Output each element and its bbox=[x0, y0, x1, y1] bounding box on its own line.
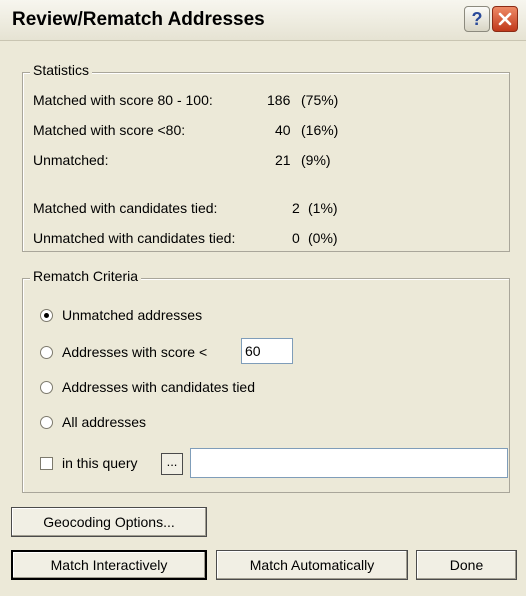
radio-candidates-tied[interactable] bbox=[40, 381, 53, 394]
statistics-legend: Statistics bbox=[30, 62, 93, 78]
radio-candidates-tied-label[interactable]: Addresses with candidates tied bbox=[62, 379, 255, 395]
window-title: Review/Rematch Addresses bbox=[12, 9, 265, 30]
stat-count-unmatched-tied: 0 bbox=[292, 230, 300, 246]
stat-label-matched-tied: Matched with candidates tied: bbox=[33, 200, 218, 216]
stat-label-unmatched-tied: Unmatched with candidates tied: bbox=[33, 230, 236, 246]
stat-label-high: Matched with score 80 - 100: bbox=[33, 92, 213, 108]
rematch-criteria-legend: Rematch Criteria bbox=[30, 268, 142, 284]
radio-unmatched-addresses[interactable] bbox=[40, 309, 53, 322]
radio-all-addresses[interactable] bbox=[40, 416, 53, 429]
help-icon: ? bbox=[471, 9, 483, 29]
help-button[interactable]: ? bbox=[464, 6, 490, 32]
radio-unmatched-addresses-label[interactable]: Unmatched addresses bbox=[62, 307, 202, 323]
stat-percent-unmatched-tied: (0%) bbox=[308, 230, 338, 246]
match-automatically-button[interactable]: Match Automatically bbox=[216, 550, 408, 580]
stat-count-high: 186 bbox=[267, 92, 291, 108]
radio-score-below-label[interactable]: Addresses with score < bbox=[62, 344, 207, 360]
match-interactively-button[interactable]: Match Interactively bbox=[11, 550, 207, 580]
radio-all-addresses-label[interactable]: All addresses bbox=[62, 414, 146, 430]
geocoding-options-button[interactable]: Geocoding Options... bbox=[11, 507, 207, 537]
stat-percent-matched-tied: (1%) bbox=[308, 200, 338, 216]
radio-score-below[interactable] bbox=[40, 346, 53, 359]
stat-percent-unmatched: (9%) bbox=[301, 152, 331, 168]
close-icon bbox=[498, 12, 512, 26]
stat-label-unmatched: Unmatched: bbox=[33, 152, 109, 168]
query-builder-button[interactable]: ... bbox=[161, 453, 183, 475]
stat-count-matched-tied: 2 bbox=[292, 200, 300, 216]
in-this-query-checkbox[interactable] bbox=[40, 457, 53, 470]
stat-count-unmatched: 21 bbox=[275, 152, 291, 168]
in-this-query-label[interactable]: in this query bbox=[62, 455, 137, 471]
query-input[interactable] bbox=[190, 448, 508, 478]
stat-percent-low: (16%) bbox=[301, 122, 339, 138]
done-button[interactable]: Done bbox=[416, 550, 517, 580]
close-button[interactable] bbox=[492, 6, 518, 32]
stat-label-low: Matched with score <80: bbox=[33, 122, 186, 138]
score-threshold-input[interactable] bbox=[241, 338, 293, 364]
title-bar[interactable]: Review/Rematch Addresses ? bbox=[0, 0, 526, 41]
stat-percent-high: (75%) bbox=[301, 92, 339, 108]
stat-count-low: 40 bbox=[275, 122, 291, 138]
